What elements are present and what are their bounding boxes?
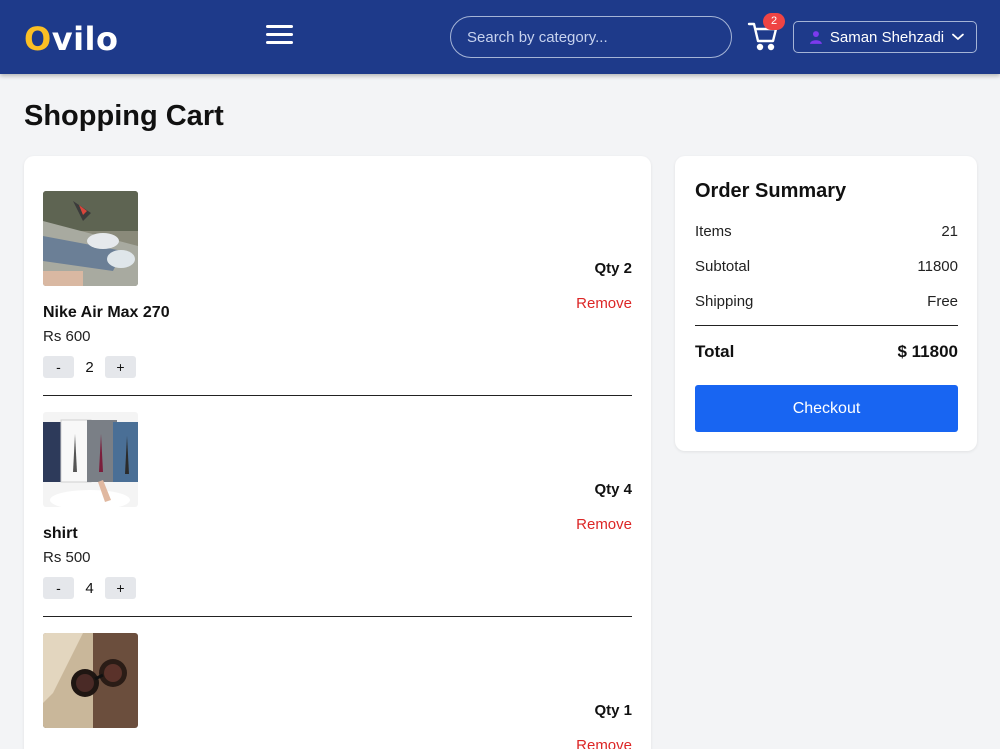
cart-count-badge: 2 [763,13,785,30]
summary-row-subtotal: Subtotal 11800 [695,258,958,275]
quantity-value: 2 [85,358,94,376]
quantity-stepper: - 2 + [43,356,136,378]
subtotal-label: Subtotal [695,258,751,275]
summary-row-total: Total $ 11800 [695,342,958,362]
items-value: 21 [941,223,958,240]
logo[interactable]: Ovilo [24,20,118,58]
quantity-label: Qty 4 [594,481,632,498]
product-price: Rs 600 [43,328,91,345]
product-image-sneakers [43,191,138,286]
remove-item-link[interactable]: Remove [576,295,632,312]
shipping-label: Shipping [695,293,754,310]
remove-item-link[interactable]: Remove [576,516,632,533]
subtotal-value: 11800 [917,258,958,275]
items-label: Items [695,223,732,240]
order-summary-title: Order Summary [695,180,847,202]
item-divider [43,616,632,617]
top-navbar: Ovilo 2 Saman Shehzadi [0,0,1000,74]
search-input[interactable] [450,16,732,58]
increment-button[interactable]: + [105,577,136,599]
cart-items-panel: Nike Air Max 270 Rs 600 - 2 + Qty 2 Remo… [24,156,651,749]
item-divider [43,395,632,396]
quantity-value: 4 [85,579,94,597]
user-icon [810,31,822,44]
shipping-value: Free [927,293,958,310]
quantity-stepper: - 4 + [43,577,136,599]
product-price: Rs 500 [43,549,91,566]
product-image-shirts [43,412,138,507]
hamburger-menu-icon[interactable] [266,25,293,45]
summary-row-items: Items 21 [695,223,958,240]
summary-divider [695,325,958,326]
product-name: Nike Air Max 270 [43,304,170,321]
summary-row-shipping: Shipping Free [695,293,958,310]
decrement-button[interactable]: - [43,356,74,378]
total-label: Total [695,342,735,361]
order-summary-panel: Order Summary Items 21 Subtotal 11800 Sh… [675,156,977,451]
increment-button[interactable]: + [105,356,136,378]
user-menu-button[interactable]: Saman Shehzadi [793,21,977,53]
checkout-button[interactable]: Checkout [695,385,958,432]
quantity-label: Qty 1 [594,702,632,719]
logo-letter-o: O [24,20,52,58]
remove-item-link[interactable]: Remove [576,737,632,749]
total-value: $ 11800 [897,342,958,361]
quantity-label: Qty 2 [594,260,632,277]
decrement-button[interactable]: - [43,577,74,599]
chevron-down-icon [952,33,964,41]
logo-text: vilo [51,20,119,58]
product-image-sunglasses [43,633,138,728]
page-title: Shopping Cart [24,100,224,132]
product-name: shirt [43,525,78,542]
user-name: Saman Shehzadi [829,28,945,46]
